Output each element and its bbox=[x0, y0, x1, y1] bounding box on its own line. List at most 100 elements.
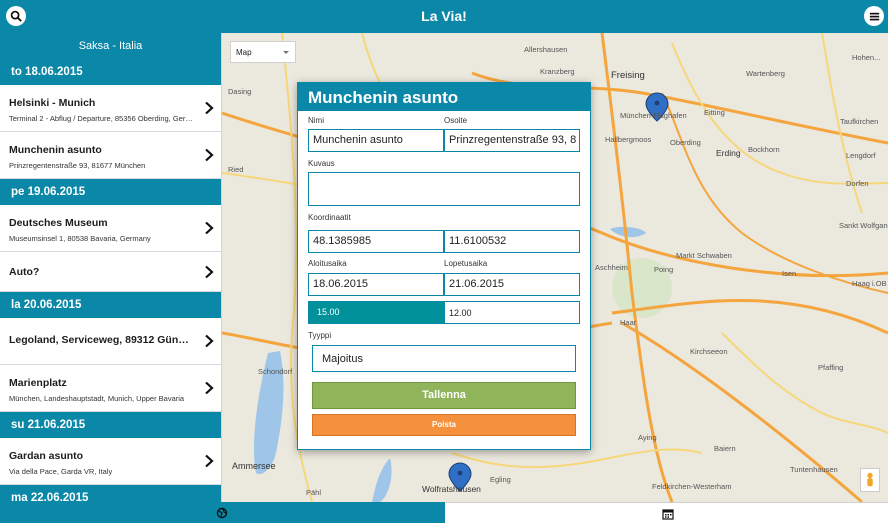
date-header: ma 22.06.2015 bbox=[0, 485, 221, 502]
map-type-select[interactable]: Map bbox=[230, 41, 296, 63]
longitude-field[interactable]: 11.6100532 bbox=[444, 230, 580, 253]
item-name: Gardan asunto bbox=[9, 450, 84, 462]
item-address: Via della Pace, Garda VR, Italy bbox=[9, 467, 113, 476]
map-label: Ried bbox=[228, 165, 244, 174]
hamburger-icon bbox=[869, 12, 879, 20]
item-name: Munchenin asunto bbox=[9, 144, 102, 156]
map-label: Hallbergmoos bbox=[605, 135, 652, 144]
type-label: Tyyppi bbox=[308, 331, 332, 340]
list-item[interactable]: Marienplatz München, Landeshauptstadt, M… bbox=[0, 365, 221, 412]
map-label: Isen bbox=[782, 269, 797, 278]
app-title: La Via! bbox=[421, 8, 467, 24]
save-button[interactable]: Tallenna bbox=[312, 382, 576, 409]
address-label: Osoite bbox=[444, 116, 468, 125]
map-label: Wolfratshausen bbox=[422, 484, 481, 494]
map-label: Dorfen bbox=[846, 179, 869, 188]
itinerary-sidebar: Saksa - Italia to 18.06.2015 Helsinki - … bbox=[0, 33, 222, 502]
date-header: to 18.06.2015 bbox=[0, 59, 221, 85]
item-address: Terminal 2 - Abflug / Departure, 85356 O… bbox=[9, 114, 193, 123]
map-label: Tuntenhausen bbox=[790, 465, 838, 474]
item-name: Legoland, Serviceweg, 89312 Günzburg bbox=[9, 334, 193, 346]
list-item[interactable]: Helsinki - Munich Terminal 2 - Abflug / … bbox=[0, 85, 221, 132]
pegman-icon bbox=[867, 472, 873, 487]
map-label: Kranzberg bbox=[540, 67, 575, 76]
map-label: Ammersee bbox=[232, 461, 276, 471]
dialog-title: Munchenin asunto bbox=[298, 83, 590, 111]
map-label: Feldkirchen-Westerham bbox=[652, 482, 732, 491]
street-view-button[interactable] bbox=[860, 468, 880, 492]
start-time-field[interactable]: 15.00 bbox=[308, 301, 444, 324]
map-label: Poing bbox=[654, 265, 674, 274]
globe-icon bbox=[216, 507, 228, 519]
map-label: Hohen... bbox=[852, 53, 881, 62]
end-label: Lopetusaika bbox=[444, 259, 488, 268]
menu-button[interactable] bbox=[864, 6, 884, 26]
list-item[interactable]: Munchenin asunto Prinzregentenstraße 93,… bbox=[0, 132, 221, 179]
date-header: su 21.06.2015 bbox=[0, 412, 221, 438]
map-label: Bockhorn bbox=[748, 145, 780, 154]
item-name: Auto? bbox=[9, 266, 40, 278]
item-address: München, Landeshauptstadt, Munich, Upper… bbox=[9, 394, 185, 403]
list-item[interactable]: Auto? bbox=[0, 252, 221, 292]
place-edit-dialog: Munchenin asunto Nimi Osoite Munchenin a… bbox=[297, 82, 591, 450]
bottom-tab-bar bbox=[0, 502, 888, 523]
start-time-value: 15.00 bbox=[317, 307, 340, 317]
date-header: pe 19.06.2015 bbox=[0, 179, 221, 205]
list-item[interactable]: Gardan asunto Via della Pace, Garda VR, … bbox=[0, 438, 221, 485]
description-label: Kuvaus bbox=[308, 159, 335, 168]
map-label: Kirchseeon bbox=[690, 347, 728, 356]
chevron-right-icon bbox=[205, 265, 214, 278]
name-field[interactable]: Munchenin asunto bbox=[308, 129, 444, 152]
map-label: Eitting bbox=[704, 108, 725, 117]
map-label: Egling bbox=[490, 475, 511, 484]
end-time-field[interactable]: 12.00 bbox=[444, 301, 580, 324]
map-label: Markt Schwaben bbox=[676, 251, 732, 260]
tab-calendar[interactable] bbox=[445, 502, 888, 523]
delete-button[interactable]: Poista bbox=[312, 414, 576, 436]
map-label: Freising bbox=[611, 70, 645, 81]
address-field[interactable]: Prinzregentenstraße 93, 8 bbox=[444, 129, 580, 152]
type-select[interactable]: Majoitus bbox=[312, 345, 576, 372]
list-item[interactable]: Deutsches Museum Museumsinsel 1, 80538 B… bbox=[0, 205, 221, 252]
map-label: München-Flughafen bbox=[620, 111, 687, 120]
map-label: Dasing bbox=[228, 87, 252, 96]
map-label: Wartenberg bbox=[746, 69, 785, 78]
chevron-right-icon bbox=[205, 221, 214, 235]
item-name: Marienplatz bbox=[9, 377, 67, 389]
map-label: Erding bbox=[716, 148, 741, 158]
map-label: Aschheim bbox=[595, 263, 628, 272]
start-date-field[interactable]: 18.06.2015 bbox=[308, 273, 444, 296]
map-label: Allershausen bbox=[524, 45, 568, 54]
map-label: Taufkirchen bbox=[840, 117, 879, 126]
date-header: la 20.06.2015 bbox=[0, 292, 221, 318]
map-label: Haar bbox=[620, 318, 637, 327]
calendar-icon bbox=[662, 509, 674, 520]
start-label: Aloitusaika bbox=[308, 259, 347, 268]
description-field[interactable] bbox=[308, 172, 580, 206]
list-item[interactable]: Legoland, Serviceweg, 89312 Günzburg bbox=[0, 318, 221, 365]
end-date-field[interactable]: 21.06.2015 bbox=[444, 273, 580, 296]
map-label: Baiern bbox=[714, 444, 736, 453]
chevron-right-icon bbox=[205, 148, 214, 162]
chevron-right-icon bbox=[205, 381, 214, 395]
item-address: Prinzregentenstraße 93, 81677 München bbox=[9, 161, 146, 170]
item-name: Deutsches Museum bbox=[9, 217, 108, 229]
item-address: Museumsinsel 1, 80538 Bavaria, Germany bbox=[9, 234, 151, 243]
chevron-right-icon bbox=[205, 101, 214, 115]
dropdown-arrow-icon bbox=[283, 51, 289, 54]
item-name: Helsinki - Munich bbox=[9, 97, 96, 109]
trip-title: Saksa - Italia bbox=[0, 33, 221, 59]
map-label: Aying bbox=[638, 433, 657, 442]
map-label: Schondorf bbox=[258, 367, 293, 376]
map-label: Pähl bbox=[306, 488, 322, 497]
map-label: Sankt Wolfgang bbox=[839, 221, 888, 230]
map-label: Haag i.OB bbox=[852, 279, 887, 288]
tab-map[interactable] bbox=[0, 502, 445, 523]
chevron-right-icon bbox=[205, 454, 214, 468]
map-label: Oberding bbox=[670, 138, 701, 147]
latitude-field[interactable]: 48.1385985 bbox=[308, 230, 444, 253]
map-label: Lengdorf bbox=[846, 151, 876, 160]
name-label: Nimi bbox=[308, 116, 324, 125]
top-bar: La Via! bbox=[0, 0, 888, 33]
coordinates-label: Koordinaatit bbox=[308, 213, 351, 222]
